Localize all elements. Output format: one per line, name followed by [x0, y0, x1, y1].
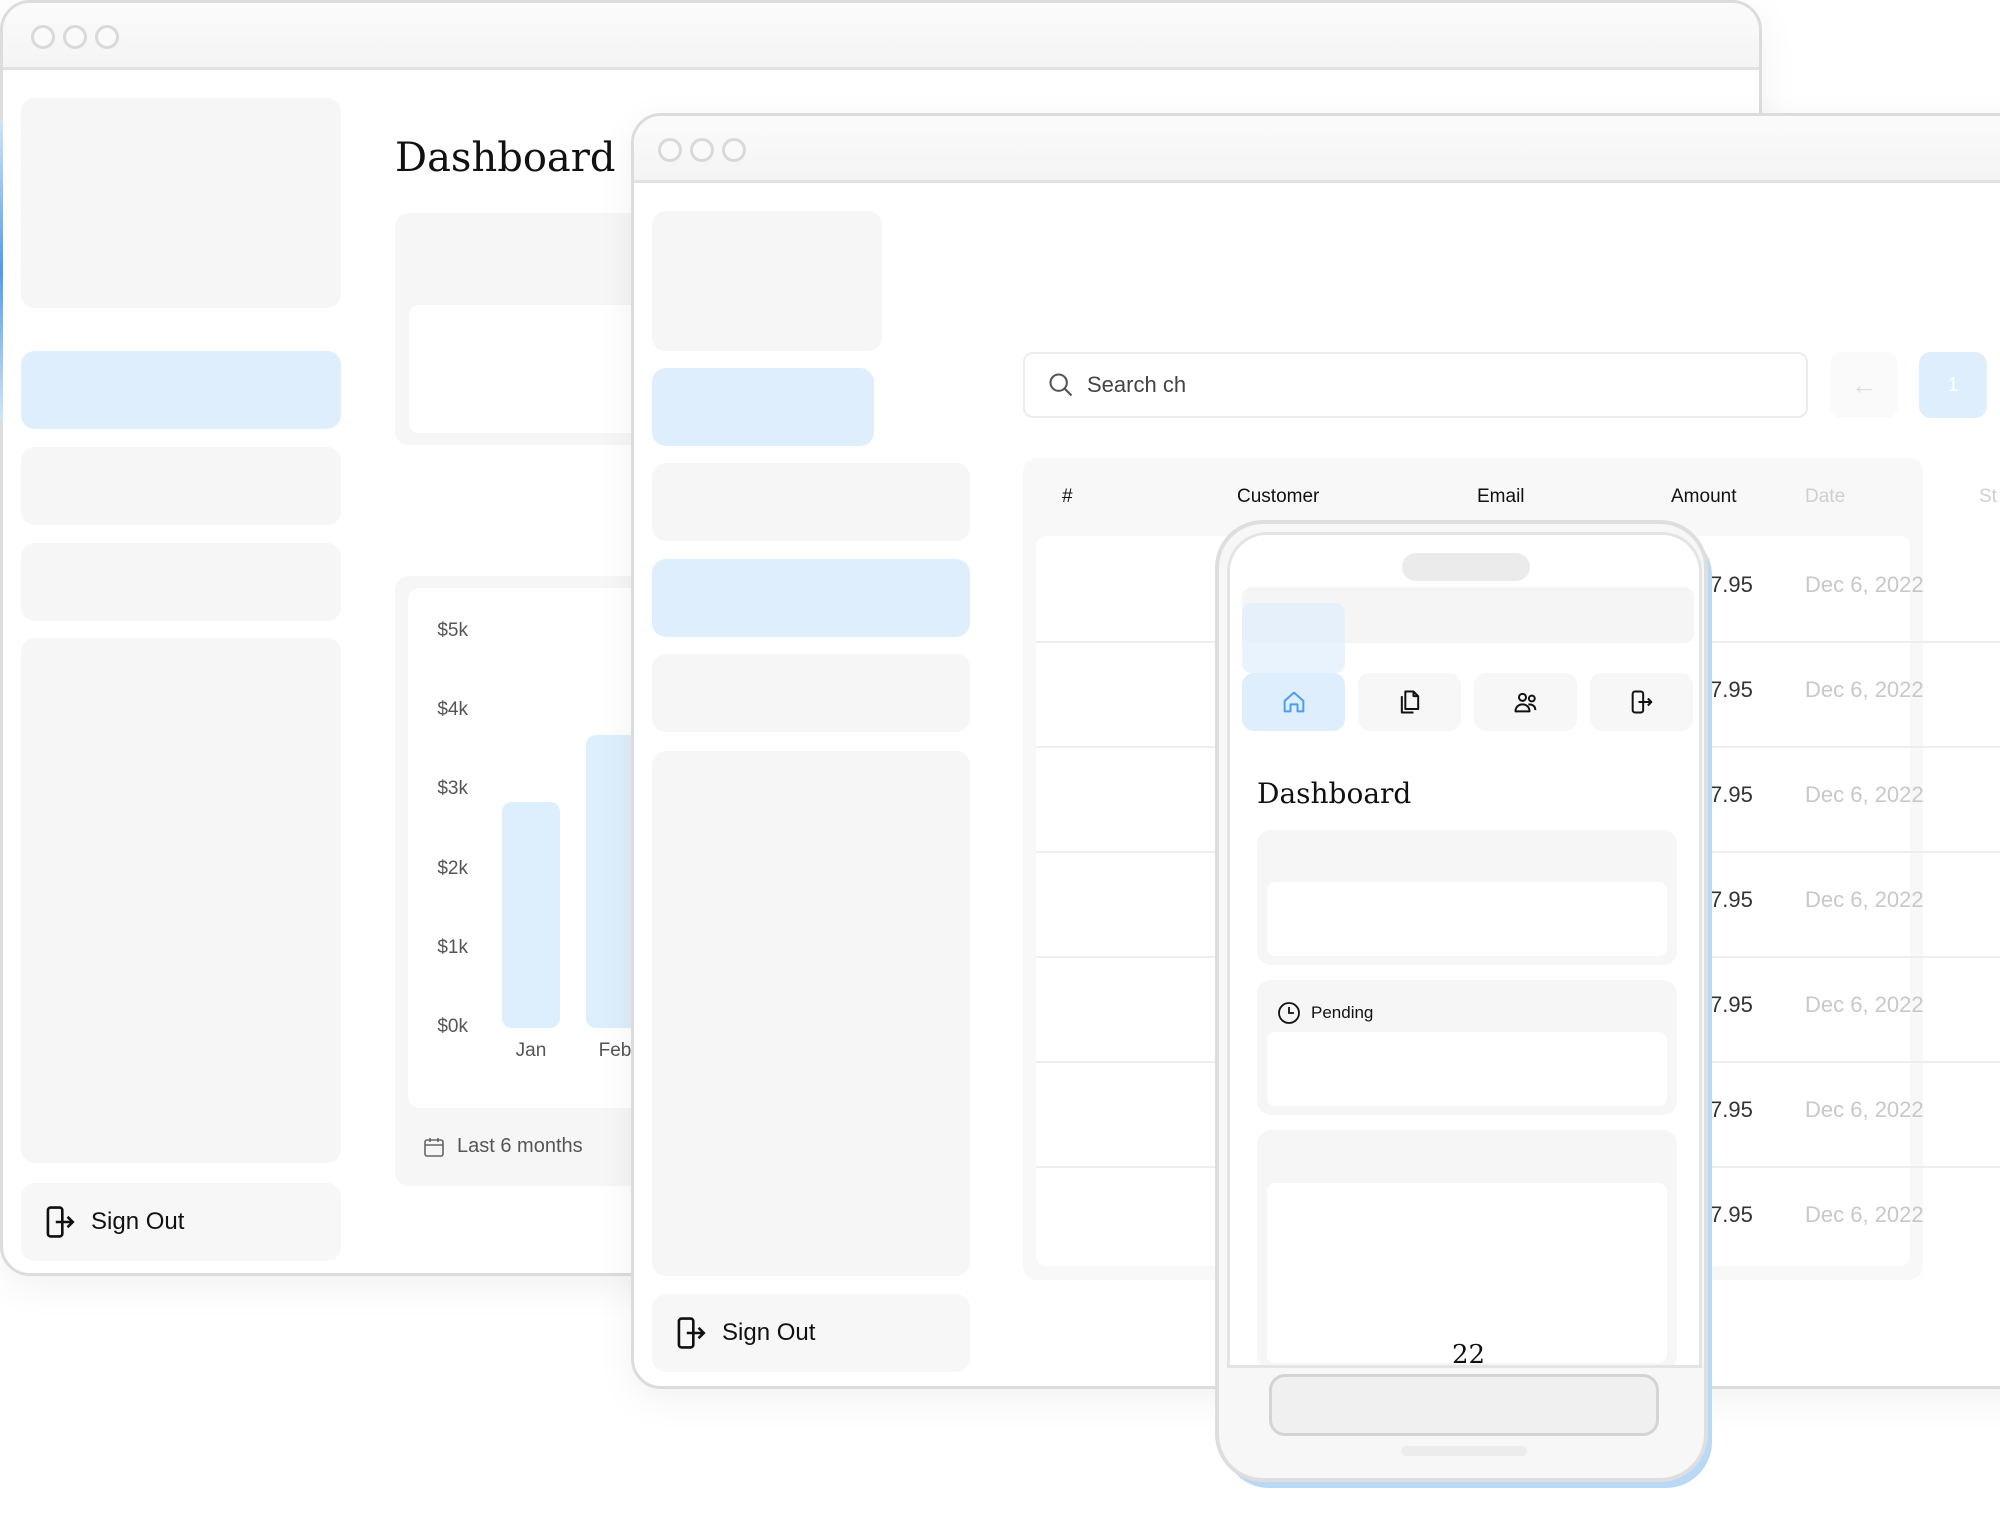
sign-out-icon — [1631, 690, 1652, 714]
phone-title: Dashboard — [1257, 777, 1412, 810]
row-date: Dec 6, 2022 — [1805, 677, 1924, 702]
front-window-titlebar — [634, 116, 2000, 183]
phone-card-inner — [1267, 882, 1667, 956]
phone-nav-sign-out[interactable] — [1590, 673, 1693, 731]
sidebar-filler — [652, 751, 970, 1276]
sign-out-button[interactable]: Sign Out — [21, 1183, 341, 1261]
row-amount: 7.95 — [1710, 1097, 1753, 1122]
phone-pending-inner — [1267, 1032, 1667, 1106]
sidebar-logo-placeholder — [21, 98, 341, 308]
y-tick-label: $3k — [437, 778, 468, 800]
page-number: 1 — [1947, 373, 1959, 396]
column-header[interactable]: # — [1062, 486, 1073, 508]
y-tick-label: $0k — [437, 1016, 468, 1037]
search-value: Search ch — [1087, 372, 1187, 397]
row-date: Dec 6, 2022 — [1805, 1202, 1924, 1227]
chart-footer-label: Last 6 months — [457, 1135, 583, 1157]
phone-screen: Dashboard Pending 22 — [1227, 532, 1702, 1368]
phone-logo-placeholder — [1242, 603, 1345, 673]
users-icon — [1514, 692, 1536, 713]
documents-icon — [1400, 690, 1419, 714]
phone-nav-documents[interactable] — [1358, 673, 1461, 731]
row-date: Dec 6, 2022 — [1805, 1097, 1924, 1122]
window-minimize-dot[interactable] — [63, 25, 87, 49]
sidebar-logo-placeholder — [652, 211, 882, 351]
prev-page-button[interactable]: ← — [1830, 352, 1898, 418]
phone-bottom-bar[interactable] — [1269, 1374, 1659, 1436]
pending-label: Pending — [1311, 1003, 1374, 1022]
sidebar-item[interactable] — [21, 447, 341, 525]
row-date: Dec 6, 2022 — [1805, 782, 1924, 807]
row-amount: 7.95 — [1710, 1202, 1753, 1227]
y-tick-label: $5k — [437, 620, 468, 641]
column-header[interactable]: St — [1979, 486, 1997, 508]
phone-frame: Dashboard Pending 22 — [1215, 520, 1708, 1482]
window-close-dot[interactable] — [31, 25, 55, 49]
column-header[interactable]: Email — [1477, 486, 1525, 508]
column-header[interactable]: Date — [1805, 486, 1845, 508]
row-amount: 7.95 — [1710, 782, 1753, 807]
sign-out-button[interactable]: Sign Out — [652, 1294, 970, 1372]
sign-out-label: Sign Out — [91, 1208, 185, 1235]
row-date: Dec 6, 2022 — [1805, 572, 1924, 597]
sidebar-filler — [21, 638, 341, 1163]
window-minimize-dot[interactable] — [690, 138, 714, 162]
page-title: Dashboard — [395, 135, 616, 181]
sign-out-icon — [46, 1206, 75, 1238]
home-icon — [1283, 691, 1304, 713]
y-tick-label: $1k — [437, 936, 468, 958]
y-tick-label: $4k — [437, 699, 468, 721]
window-maximize-dot[interactable] — [722, 138, 746, 162]
sign-out-label: Sign Out — [722, 1319, 816, 1346]
row-amount: 7.95 — [1710, 992, 1753, 1017]
phone-nav-home[interactable] — [1242, 673, 1345, 731]
sidebar-item-active[interactable] — [21, 351, 341, 429]
x-tick-label: Jan — [515, 1040, 547, 1061]
phone-nav-users[interactable] — [1474, 673, 1577, 731]
row-date: Dec 6, 2022 — [1805, 992, 1924, 1017]
sidebar-item[interactable] — [21, 543, 341, 621]
sidebar-item[interactable] — [652, 368, 874, 446]
accent-edge — [0, 120, 3, 420]
phone-notch — [1402, 553, 1530, 581]
row-date: Dec 6, 2022 — [1805, 887, 1924, 912]
arrow-left-icon: ← — [1851, 369, 1877, 400]
phone-card-inner — [1267, 1183, 1667, 1363]
calendar-icon — [424, 1137, 444, 1157]
chart-footer: Last 6 months — [423, 1135, 583, 1158]
phone-home-indicator — [1401, 1446, 1527, 1456]
bar-jan[interactable] — [502, 802, 560, 1028]
row-amount: 7.95 — [1710, 572, 1753, 597]
phone-partial-value: 22 — [1452, 1340, 1486, 1368]
sidebar-item[interactable] — [652, 654, 970, 732]
column-header[interactable]: Customer — [1237, 486, 1319, 508]
pending-status: Pending — [1277, 1001, 1373, 1025]
window-close-dot[interactable] — [658, 138, 682, 162]
clock-icon — [1278, 1002, 1300, 1024]
search-icon — [1049, 373, 1073, 397]
row-amount: 7.95 — [1710, 677, 1753, 702]
y-tick-label: $2k — [437, 857, 468, 879]
sidebar-item-active[interactable] — [652, 559, 970, 637]
window-maximize-dot[interactable] — [95, 25, 119, 49]
page-1-button[interactable]: 1 — [1919, 352, 1987, 418]
search-input[interactable]: Search ch — [1023, 352, 1808, 418]
sign-out-icon — [677, 1317, 706, 1349]
row-amount: 7.95 — [1710, 887, 1753, 912]
back-window-titlebar — [3, 3, 1759, 70]
column-header[interactable]: Amount — [1671, 486, 1736, 508]
sidebar-item[interactable] — [652, 463, 970, 541]
